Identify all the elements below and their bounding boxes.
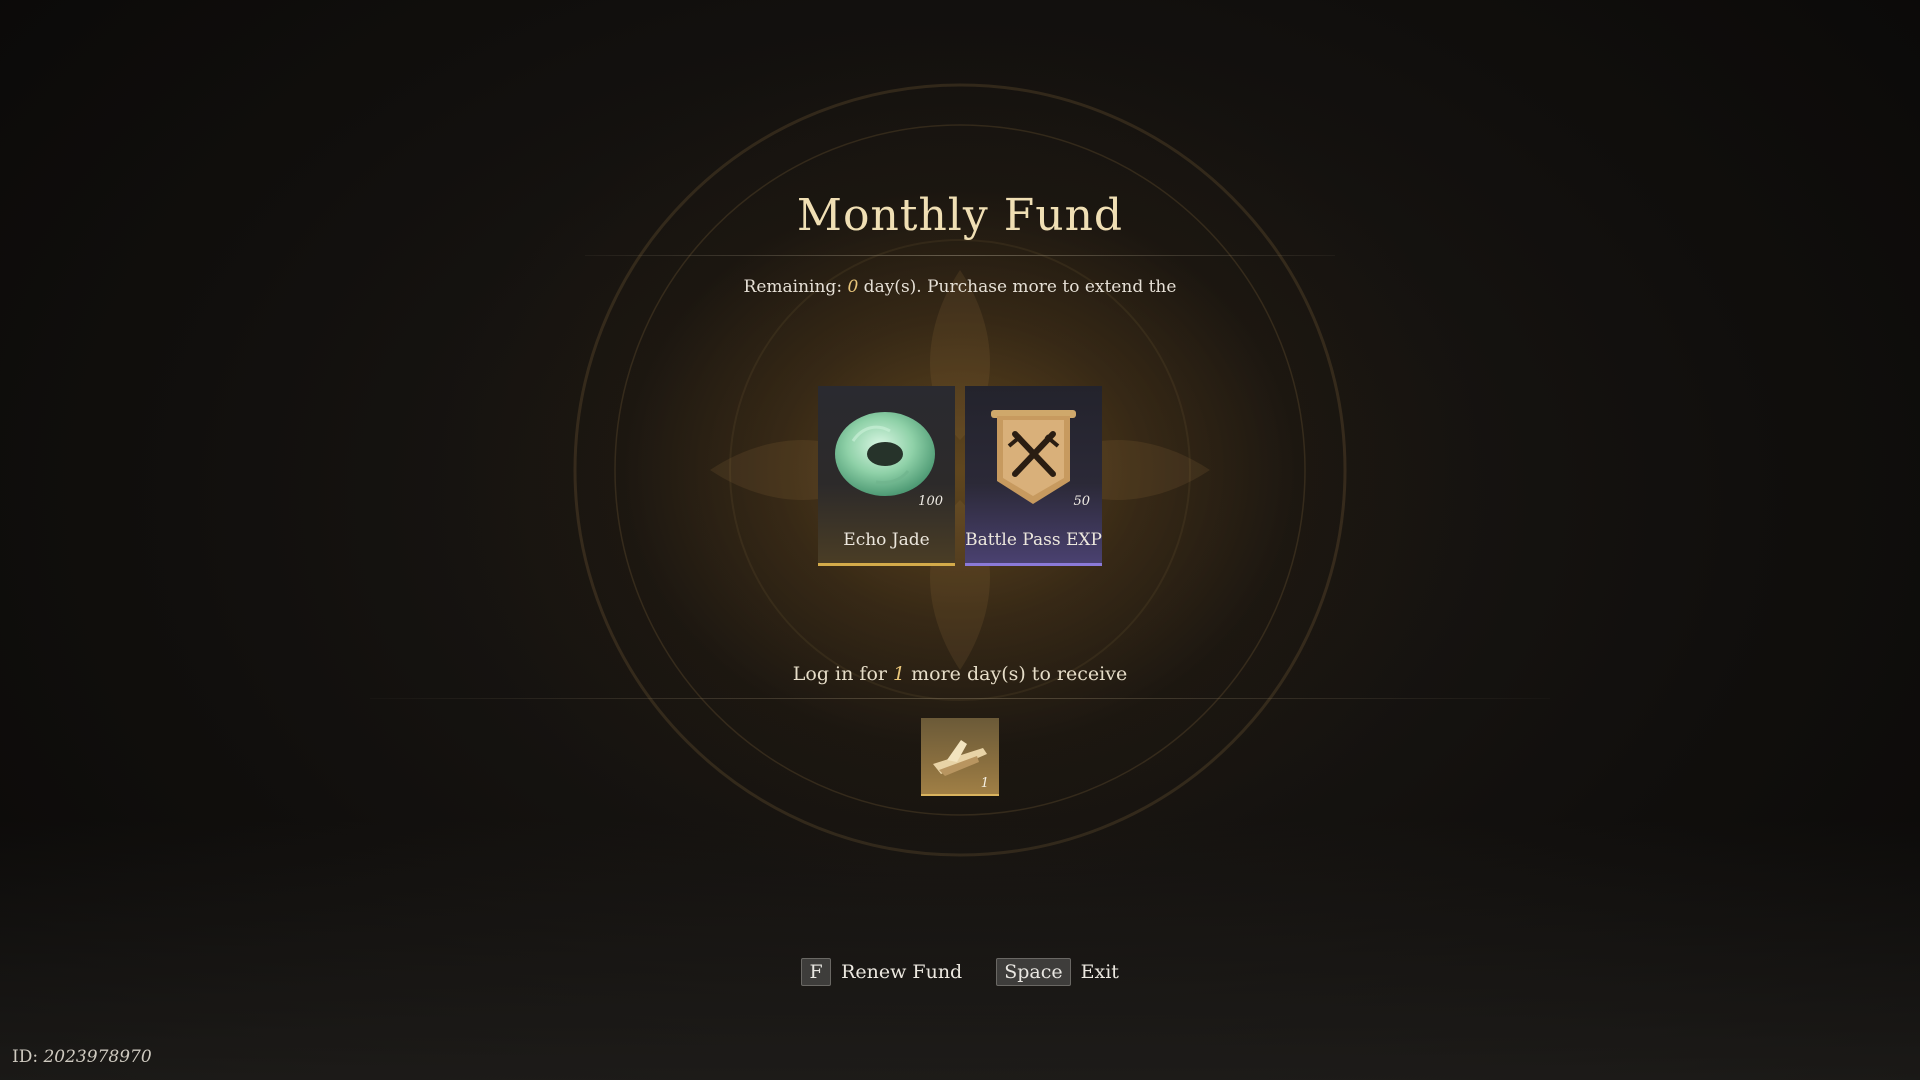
key-space: Space (996, 958, 1071, 986)
dust-overlay (0, 820, 1920, 1080)
key-f: F (801, 958, 832, 986)
reward-list: 100 Echo Jade 50 Battle Pass EXP (818, 386, 1102, 566)
reward-quantity: 50 (1073, 494, 1090, 509)
reward-card-echo-jade[interactable]: 100 Echo Jade (818, 386, 955, 566)
remaining-days: 0 (847, 277, 859, 297)
exit-button[interactable]: Space Exit (996, 958, 1119, 986)
user-id: ID: 2023978970 (12, 1047, 152, 1067)
page-title: Monthly Fund (796, 190, 1124, 241)
reward-card-battle-pass-exp[interactable]: 50 Battle Pass EXP (965, 386, 1102, 566)
user-id-value: 2023978970 (43, 1047, 152, 1067)
user-id-label: ID: (12, 1047, 44, 1067)
login-text: Log in for 1 more day(s) to receive (0, 663, 1920, 685)
reward-quantity: 100 (918, 494, 943, 509)
jade-disc-icon (835, 412, 935, 496)
reward-name: Echo Jade (843, 530, 930, 550)
bonus-quantity: 1 (980, 776, 989, 791)
remaining-text: Remaining: 0 day(s). Purchase more to ex… (0, 277, 1920, 297)
renew-fund-button[interactable]: F Renew Fund (801, 958, 962, 986)
exit-label: Exit (1080, 961, 1119, 983)
login-suffix: more day(s) to receive (905, 663, 1128, 685)
bonus-reward-card[interactable]: 1 (921, 718, 999, 796)
banner-crossed-swords-icon (991, 410, 1076, 504)
renew-fund-label: Renew Fund (841, 961, 963, 983)
login-prefix: Log in for (792, 663, 894, 685)
title-divider (585, 255, 1335, 256)
key-prompts: F Renew Fund Space Exit (0, 958, 1920, 986)
monthly-fund-screen: Monthly Fund Remaining: 0 day(s). Purcha… (0, 0, 1920, 1080)
login-divider (370, 698, 1550, 699)
reward-name: Battle Pass EXP (965, 530, 1102, 550)
remaining-suffix: day(s). Purchase more to extend the (858, 277, 1177, 297)
login-days: 1 (893, 663, 906, 685)
remaining-prefix: Remaining: (743, 277, 848, 297)
